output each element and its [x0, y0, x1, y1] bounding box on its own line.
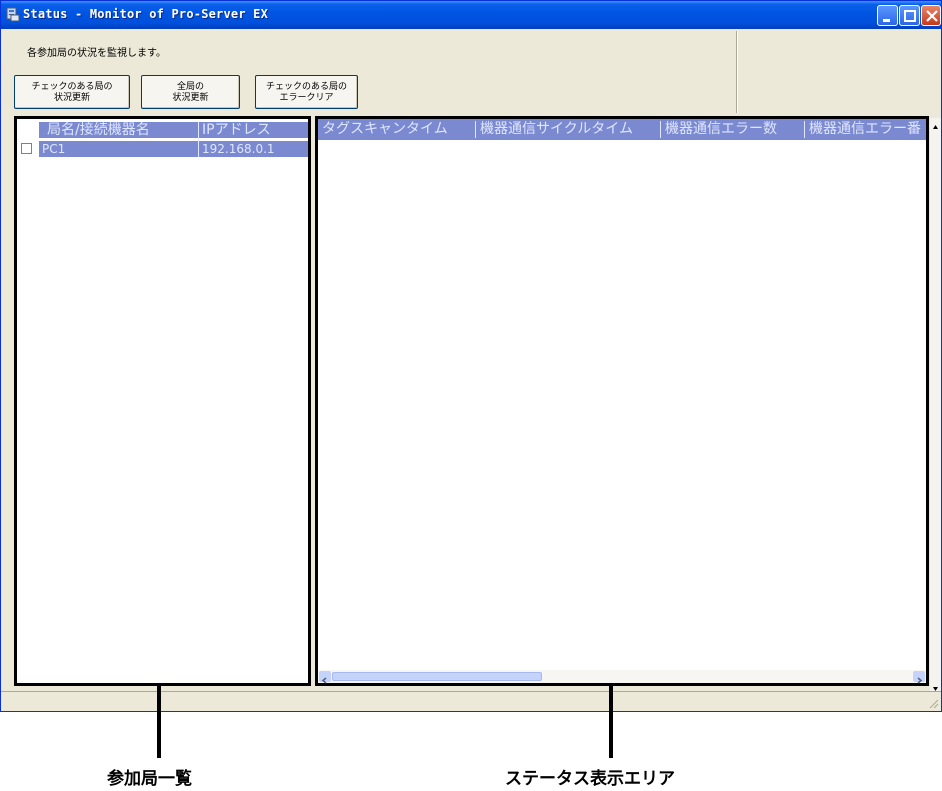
station-checkbox[interactable]: [21, 143, 32, 154]
status-display-panel: タグスキャンタイム 機器通信サイクルタイム 機器通信エラー数 機器通信エラー番: [315, 116, 929, 686]
toolbar-divider: [736, 31, 738, 113]
horizontal-scroll-thumb[interactable]: [332, 672, 542, 681]
column-header-ip-address[interactable]: IPアドレス: [202, 122, 271, 138]
scroll-left-arrow[interactable]: [319, 671, 331, 684]
column-header-error-count[interactable]: 機器通信エラー数: [665, 119, 777, 140]
main-window: Status - Monitor of Pro-Server EX 各参加局の状…: [0, 0, 942, 712]
arrow-up-icon: [933, 125, 938, 129]
arrow-right-icon: [917, 677, 923, 684]
minimize-button[interactable]: [877, 5, 898, 26]
station-list-callout-line: [157, 686, 161, 758]
scroll-up-arrow[interactable]: [930, 118, 941, 130]
arrow-left-icon: [321, 677, 327, 684]
maximize-icon: [904, 10, 916, 22]
column-header-cycle-time[interactable]: 機器通信サイクルタイム: [480, 119, 633, 140]
column-header-error-number[interactable]: 機器通信エラー番: [809, 119, 921, 140]
status-header: タグスキャンタイム 機器通信サイクルタイム 機器通信エラー数 機器通信エラー番: [318, 119, 926, 140]
station-list-callout-label: 参加局一覧: [107, 769, 192, 789]
status-bar: [1, 691, 941, 711]
status-area-callout-line: [609, 686, 613, 758]
station-row[interactable]: PC1 192.168.0.1: [39, 141, 308, 157]
scroll-right-arrow[interactable]: [913, 671, 925, 684]
server-app-icon: [6, 7, 20, 22]
description-text: 各参加局の状況を監視します。: [27, 48, 166, 59]
update-all-button[interactable]: 全局の 状況更新: [141, 75, 240, 109]
column-header-tag-scan-time[interactable]: タグスキャンタイム: [322, 119, 448, 140]
station-ip: 192.168.0.1: [202, 142, 275, 156]
clear-errors-button[interactable]: チェックのある局の エラークリア: [255, 75, 358, 109]
window-title: Status - Monitor of Pro-Server EX: [23, 7, 269, 21]
column-header-station-name[interactable]: 局名/接続機器名: [47, 122, 150, 138]
station-list-panel: 局名/接続機器名 IPアドレス PC1 192.168.0.1: [14, 116, 311, 686]
minimize-icon: [883, 19, 890, 22]
resize-grip-icon[interactable]: [927, 697, 939, 709]
horizontal-scrollbar[interactable]: [318, 670, 926, 684]
close-icon: [926, 10, 938, 22]
column-divider: [198, 122, 199, 157]
status-area-callout-label: ステータス表示エリア: [505, 769, 675, 789]
maximize-button[interactable]: [899, 5, 920, 26]
station-list-header: 局名/接続機器名 IPアドレス: [39, 122, 308, 138]
close-button[interactable]: [921, 5, 941, 26]
vertical-scrollbar[interactable]: [930, 118, 941, 696]
update-checked-button[interactable]: チェックのある局の 状況更新: [14, 75, 130, 109]
title-bar[interactable]: Status - Monitor of Pro-Server EX: [1, 1, 941, 29]
station-name: PC1: [42, 142, 66, 156]
